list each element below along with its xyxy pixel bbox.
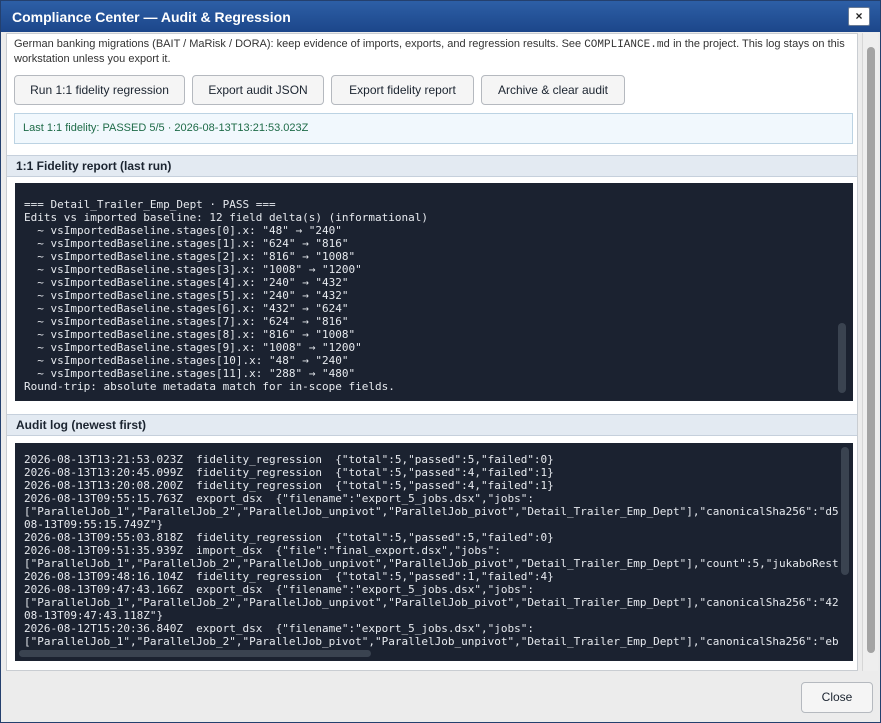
fidelity-line: ~ vsImportedBaseline.stages[11].x: "288"… — [24, 367, 356, 380]
archive-clear-audit-button[interactable]: Archive & clear audit — [481, 75, 625, 105]
fidelity-line: ~ vsImportedBaseline.stages[9].x: "1008"… — [24, 341, 362, 354]
audit-line: ["ParallelJob_1","ParallelJob_2","Parall… — [24, 505, 839, 518]
fidelity-report-output[interactable]: === Detail_Trailer_Emp_Dept · PASS === Ed… — [15, 183, 853, 401]
audit-line: 2026-08-12T15:20:36.840Z export_dsx {"fi… — [24, 622, 534, 635]
audit-line: 08-13T09:55:15.749Z"} — [24, 518, 164, 531]
fidelity-line: ~ vsImportedBaseline.stages[8].x: "816" … — [24, 328, 356, 341]
fidelity-line: === Detail_Trailer_Emp_Dept · PASS === — [24, 198, 276, 211]
export-audit-json-button[interactable]: Export audit JSON — [192, 75, 324, 105]
audit-log-output[interactable]: 2026-08-13T13:21:53.023Z fidelity_regres… — [15, 443, 853, 661]
audit-line: ["ParallelJob_1","ParallelJob_2","Parall… — [24, 635, 839, 648]
audit-line: 08-13T09:47:43.118Z"} — [24, 609, 164, 622]
fidelity-line: ~ vsImportedBaseline.stages[3].x: "1008"… — [24, 263, 362, 276]
export-fidelity-report-button[interactable]: Export fidelity report — [331, 75, 474, 105]
compliance-md-code: COMPLIANCE.md — [584, 39, 671, 51]
audit-line: 2026-08-13T13:20:08.200Z fidelity_regres… — [24, 479, 554, 492]
fidelity-line: Edits vs imported baseline: 12 field del… — [24, 211, 428, 224]
dialog-content: German banking migrations (BAIT / MaRisk… — [6, 33, 858, 671]
close-icon[interactable]: × — [848, 7, 870, 26]
audit-line: 2026-08-13T09:55:15.763Z export_dsx {"fi… — [24, 492, 534, 505]
fidelity-line — [24, 185, 853, 198]
audit-line: 2026-08-13T09:48:16.104Z fidelity_regres… — [24, 570, 554, 583]
audit-line: 2026-08-13T13:20:45.099Z fidelity_regres… — [24, 466, 554, 479]
fidelity-line: ~ vsImportedBaseline.stages[10].x: "48" … — [24, 354, 349, 367]
fidelity-line: ~ vsImportedBaseline.stages[2].x: "816" … — [24, 250, 356, 263]
audit-scrollbar-thumb[interactable] — [841, 447, 849, 575]
dialog-scrollbar[interactable] — [862, 33, 878, 671]
fidelity-line: Round-trip: absolute metadata match for … — [24, 380, 395, 393]
intro-text: German banking migrations (BAIT / MaRisk… — [14, 38, 845, 65]
fidelity-scrollbar-thumb[interactable] — [838, 323, 846, 393]
audit-line: 2026-08-13T13:21:53.023Z fidelity_regres… — [24, 453, 554, 466]
audit-log-heading: Audit log (newest first) — [7, 414, 857, 436]
fidelity-line: ~ vsImportedBaseline.stages[1].x: "624" … — [24, 237, 349, 250]
fidelity-line: ~ vsImportedBaseline.stages[0].x: "48" →… — [24, 224, 342, 237]
compliance-dialog: Compliance Center — Audit & Regression ×… — [0, 0, 881, 723]
fidelity-status-banner: Last 1:1 fidelity: PASSED 5/5 · 2026-08-… — [14, 113, 853, 144]
fidelity-line: ~ vsImportedBaseline.stages[5].x: "240" … — [24, 289, 349, 302]
close-button[interactable]: Close — [801, 682, 873, 713]
audit-line: 2026-08-13T09:55:03.818Z fidelity_regres… — [24, 531, 554, 544]
audit-line: 2026-08-13T09:51:35.939Z import_dsx {"fi… — [24, 544, 501, 557]
dialog-scrollbar-thumb[interactable] — [867, 47, 875, 653]
fidelity-line: ~ vsImportedBaseline.stages[6].x: "432" … — [24, 302, 349, 315]
fidelity-line: ~ vsImportedBaseline.stages[4].x: "240" … — [24, 276, 349, 289]
title-bar[interactable]: Compliance Center — Audit & Regression × — [1, 1, 880, 32]
run-regression-button[interactable]: Run 1:1 fidelity regression — [14, 75, 185, 105]
fidelity-line: ~ vsImportedBaseline.stages[7].x: "624" … — [24, 315, 349, 328]
window-title: Compliance Center — Audit & Regression — [12, 9, 291, 25]
audit-hscrollbar-thumb[interactable] — [19, 650, 371, 657]
audit-line: 2026-08-13T09:47:43.166Z export_dsx {"fi… — [24, 583, 534, 596]
audit-line: ["ParallelJob_1","ParallelJob_2","Parall… — [24, 557, 839, 570]
audit-line: ["ParallelJob_1","ParallelJob_2","Parall… — [24, 596, 839, 609]
fidelity-report-heading: 1:1 Fidelity report (last run) — [7, 155, 857, 177]
